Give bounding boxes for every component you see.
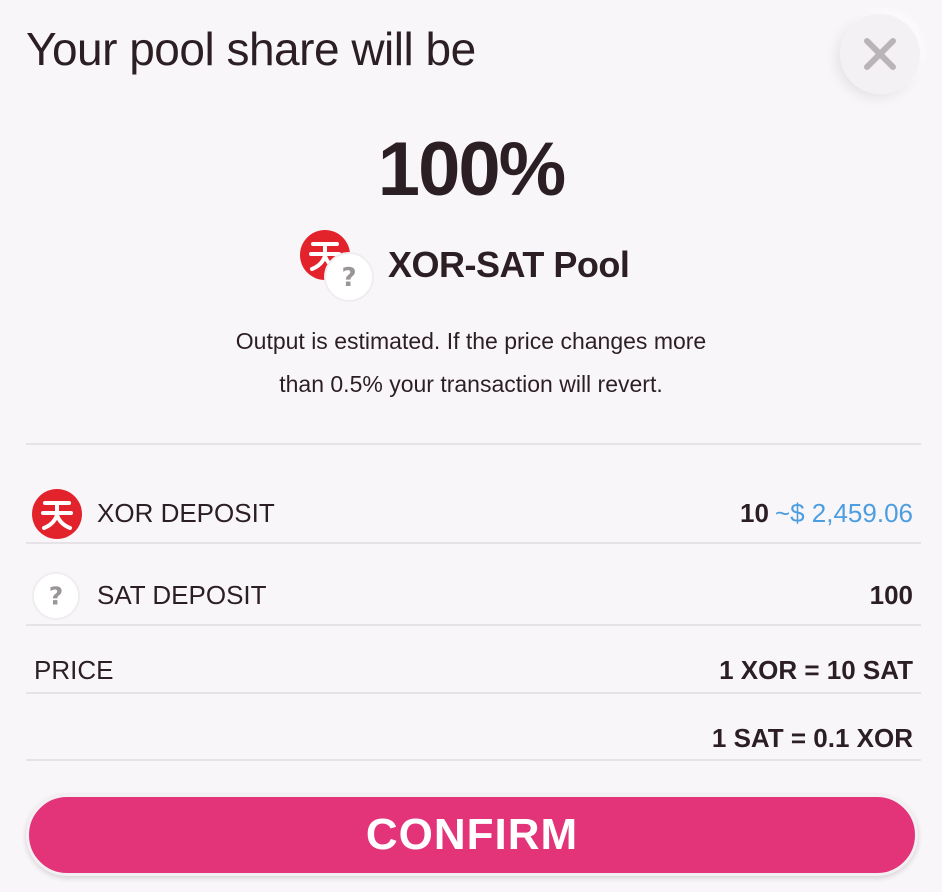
pool-share-percent: 100% [377, 127, 566, 212]
pool-pair: ? XOR-SAT Pool [0, 228, 942, 304]
pool-token-icons: ? [300, 228, 376, 304]
pool-name: XOR-SAT Pool [388, 244, 630, 285]
price-xor-to-sat: 1 XOR = 10 SAT [719, 655, 913, 685]
price-sat-to-xor: 1 SAT = 0.1 XOR [711, 723, 913, 753]
price-label: PRICE [34, 655, 114, 685]
unknown-token-icon: ? [32, 572, 80, 620]
unknown-token-icon: ? [324, 252, 374, 302]
divider [26, 443, 921, 445]
divider [26, 759, 921, 761]
sat-deposit-amount: 100 [869, 580, 913, 610]
xor-deposit-usd: ~$ 2,459.06 [774, 498, 913, 528]
xor-token-icon [32, 489, 82, 539]
divider [26, 542, 921, 544]
sat-deposit-row: ? SAT DEPOSIT 100 [26, 572, 913, 620]
estimate-notice-line-2: than 0.5% your transaction will revert. [279, 371, 663, 397]
xor-deposit-label: XOR DEPOSIT [97, 498, 275, 528]
sat-deposit-label: SAT DEPOSIT [97, 580, 267, 610]
divider [26, 692, 921, 694]
xor-deposit-row: XOR DEPOSIT 10 ~$ 2,459.06 [26, 489, 913, 539]
price-row-inverse: 1 SAT = 0.1 XOR [26, 723, 913, 757]
xor-deposit-value: 10 ~$ 2,459.06 [740, 498, 913, 529]
confirm-button[interactable]: CONFIRM [26, 794, 918, 876]
close-icon [864, 38, 896, 70]
xor-deposit-amount: 10 [740, 498, 769, 528]
price-row: PRICE 1 XOR = 10 SAT [26, 655, 913, 689]
estimate-notice-line-1: Output is estimated. If the price change… [235, 328, 707, 354]
close-button[interactable] [840, 14, 920, 94]
divider [26, 624, 921, 626]
svg-text:?: ? [49, 582, 63, 611]
estimate-notice: Output is estimated. If the price change… [0, 320, 942, 406]
dialog-title: Your pool share will be [26, 23, 476, 75]
svg-text:?: ? [341, 263, 356, 293]
